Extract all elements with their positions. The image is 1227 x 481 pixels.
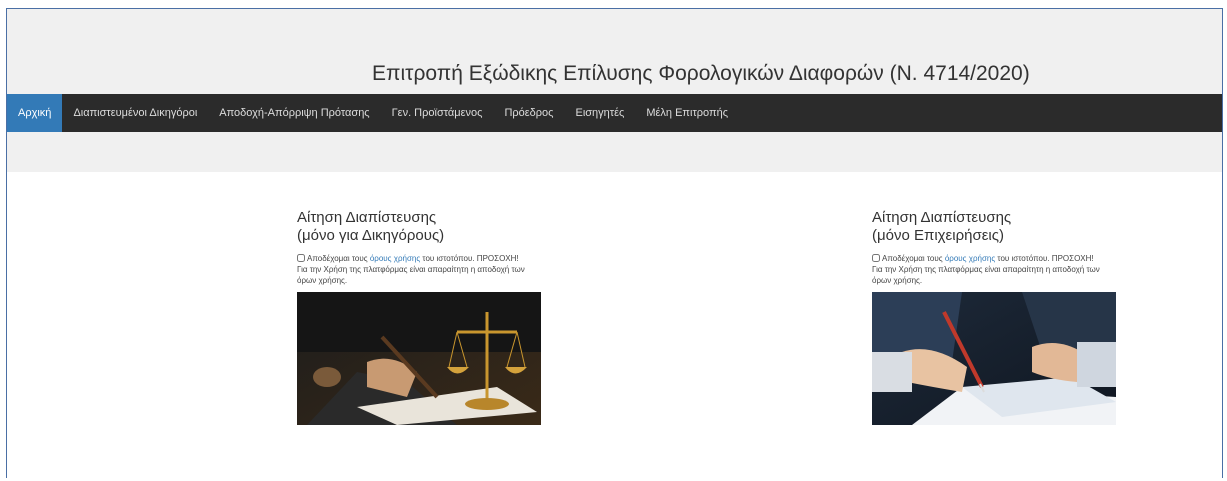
nav-item-accredited-lawyers[interactable]: Διαπιστευμένοι Δικηγόροι [62, 94, 208, 132]
lawyer-terms-checkbox[interactable] [297, 254, 305, 262]
business-terms-checkbox[interactable] [872, 254, 880, 262]
nav-item-accept-reject-proposal[interactable]: Αποδοχή-Απόρριψη Πρότασης [208, 94, 380, 132]
nav-item-rapporteurs[interactable]: Εισηγητές [564, 94, 635, 132]
site-title: Επιτροπή Εξώδικης Επίλυσης Φορολογικών Δ… [372, 62, 1030, 85]
business-terms-prefix: Αποδέχομαι τους [882, 254, 943, 263]
nav-item-general-director[interactable]: Γεν. Προϊστάμενος [381, 94, 494, 132]
business-accreditation-card: Αίτηση Διαπίστευσης (μόνο Επιχειρήσεις) … [872, 209, 1132, 425]
nav-item-home[interactable]: Αρχική [7, 94, 63, 132]
nav-item-president[interactable]: Πρόεδρος [493, 94, 564, 132]
lawyer-card-title[interactable]: Αίτηση Διαπίστευσης (μόνο για Δικηγόρους… [297, 209, 557, 245]
business-card-title-line2: (μόνο Επιχειρήσεις) [872, 227, 1004, 244]
business-terms-text: Αποδέχομαι τους όρους χρήσης του ιστοτόπ… [872, 253, 1102, 286]
lawyer-scales-illustration [297, 292, 541, 425]
lawyer-terms-prefix: Αποδέχομαι τους [307, 254, 368, 263]
business-signing-image[interactable] [872, 292, 1116, 425]
lawyer-card-title-line2: (μόνο για Δικηγόρους) [297, 227, 445, 244]
business-terms-link[interactable]: όρους χρήσης [945, 254, 995, 263]
business-card-title-line1: Αίτηση Διαπίστευσης [872, 209, 1012, 226]
sub-header-band [7, 132, 1222, 172]
lawyer-terms-text: Αποδέχομαι τους όρους χρήσης του ιστοτόπ… [297, 253, 527, 286]
header: Επιτροπή Εξώδικης Επίλυσης Φορολογικών Δ… [7, 9, 1222, 94]
business-card-title[interactable]: Αίτηση Διαπίστευσης (μόνο Επιχειρήσεις) [872, 209, 1132, 245]
lawyer-card-title-line1: Αίτηση Διαπίστευσης [297, 209, 437, 226]
business-signing-illustration [872, 292, 1116, 425]
main-navbar: Αρχική Διαπιστευμένοι Δικηγόροι Αποδοχή-… [7, 94, 1222, 132]
lawyer-scales-image[interactable] [297, 292, 541, 425]
lawyer-accreditation-card: Αίτηση Διαπίστευσης (μόνο για Δικηγόρους… [297, 209, 557, 425]
nav-item-committee-members[interactable]: Μέλη Επιτροπής [635, 94, 739, 132]
lawyer-terms-link[interactable]: όρους χρήσης [370, 254, 420, 263]
browser-frame: Επιτροπή Εξώδικης Επίλυσης Φορολογικών Δ… [6, 8, 1223, 478]
